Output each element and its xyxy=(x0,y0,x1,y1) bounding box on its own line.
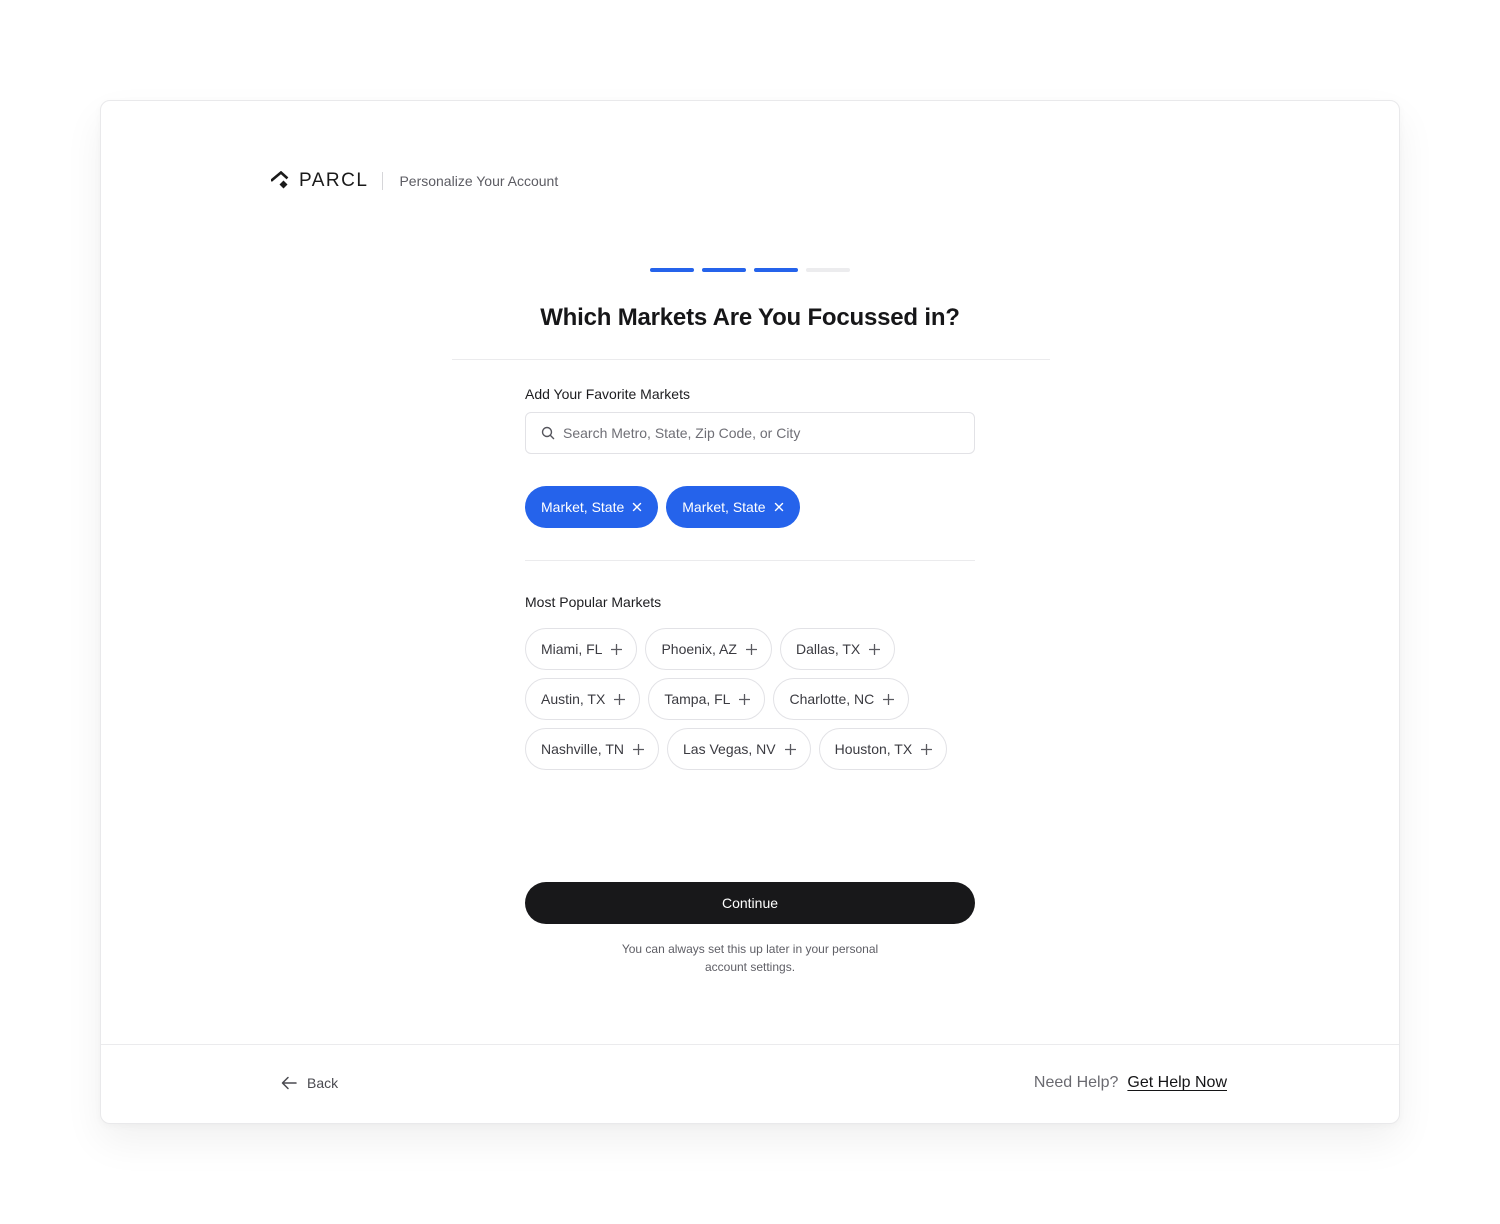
title-divider xyxy=(452,359,1050,360)
parcl-logo-icon xyxy=(271,171,293,191)
search-field[interactable] xyxy=(525,412,975,454)
progress-step-4 xyxy=(806,268,850,272)
popular-market-chip[interactable]: Houston, TX xyxy=(818,728,948,770)
help-label: Need Help? xyxy=(1033,1074,1119,1091)
selected-market-chip[interactable]: Market, State xyxy=(525,486,659,528)
plus-icon xyxy=(869,643,881,655)
popular-row: Nashville, TN Las Vegas, NV Houston, TX xyxy=(525,728,948,770)
parcl-logo[interactable]: PARCL xyxy=(271,170,368,192)
popular-market-chip[interactable]: Miami, FL xyxy=(525,628,638,670)
popular-row: Austin, TX Tampa, FL Charlotte, NC xyxy=(525,678,947,720)
plus-icon xyxy=(633,743,644,755)
market-label: Miami, FL xyxy=(541,641,603,657)
progress-step-2 xyxy=(702,268,746,272)
header: PARCL Personalize Your Account xyxy=(271,169,558,193)
selected-market-label: Market, State xyxy=(682,499,766,515)
plus-icon xyxy=(739,693,751,705)
page-title: Which Markets Are You Focussed in? xyxy=(540,304,960,331)
footer-divider xyxy=(101,1044,1399,1045)
market-label: Charlotte, NC xyxy=(789,691,875,707)
header-divider xyxy=(382,172,384,190)
market-label: Phoenix, AZ xyxy=(661,641,737,657)
back-label: Back xyxy=(307,1075,339,1091)
favorites-label: Add Your Favorite Markets xyxy=(525,386,690,402)
popular-market-chip[interactable]: Austin, TX xyxy=(525,678,641,720)
popular-market-chip[interactable]: Phoenix, AZ xyxy=(645,628,772,670)
plus-icon xyxy=(921,743,933,755)
get-help-link[interactable]: Get Help Now xyxy=(1127,1074,1227,1092)
popular-market-chip[interactable]: Tampa, FL xyxy=(648,678,766,720)
market-label: Las Vegas, NV xyxy=(683,741,776,757)
brand-name: PARCL xyxy=(299,170,369,191)
back-button[interactable]: Back xyxy=(281,1075,338,1091)
search-icon xyxy=(541,426,555,440)
market-label: Nashville, TN xyxy=(541,741,624,757)
section-divider xyxy=(525,560,975,561)
plus-icon xyxy=(784,743,796,755)
selected-markets: Market, State Market, State xyxy=(525,486,800,528)
progress-indicator xyxy=(650,268,850,272)
market-label: Tampa, FL xyxy=(664,691,731,707)
selected-market-label: Market, State xyxy=(541,499,625,515)
close-icon[interactable] xyxy=(774,502,784,512)
progress-step-1 xyxy=(650,268,694,272)
arrow-left-icon xyxy=(281,1076,297,1090)
popular-market-chip[interactable]: Dallas, TX xyxy=(779,628,896,670)
search-input[interactable] xyxy=(563,425,953,441)
setup-later-hint: You can always set this up later in your… xyxy=(621,942,879,974)
progress-step-3 xyxy=(754,268,798,272)
popular-label: Most Popular Markets xyxy=(525,594,662,610)
popular-markets: Miami, FL Phoenix, AZ Dallas, TX Austin,… xyxy=(525,628,948,770)
plus-icon xyxy=(614,693,626,705)
header-subtitle: Personalize Your Account xyxy=(399,173,559,189)
plus-icon xyxy=(745,643,757,655)
market-label: Austin, TX xyxy=(541,691,606,707)
popular-market-chip[interactable]: Las Vegas, NV xyxy=(667,728,811,770)
market-label: Dallas, TX xyxy=(795,641,861,657)
close-icon[interactable] xyxy=(632,502,642,512)
popular-market-chip[interactable]: Charlotte, NC xyxy=(773,678,910,720)
market-label: Houston, TX xyxy=(834,741,913,757)
plus-icon xyxy=(611,643,623,655)
popular-row: Miami, FL Phoenix, AZ Dallas, TX xyxy=(525,628,947,670)
continue-button[interactable]: Continue xyxy=(525,882,975,924)
onboarding-card: PARCL Personalize Your Account Which Mar… xyxy=(100,100,1400,1124)
selected-market-chip[interactable]: Market, State xyxy=(666,486,800,528)
popular-market-chip[interactable]: Nashville, TN xyxy=(525,728,659,770)
plus-icon xyxy=(883,693,895,705)
help-section: Need Help? Get Help Now xyxy=(1034,1074,1227,1092)
